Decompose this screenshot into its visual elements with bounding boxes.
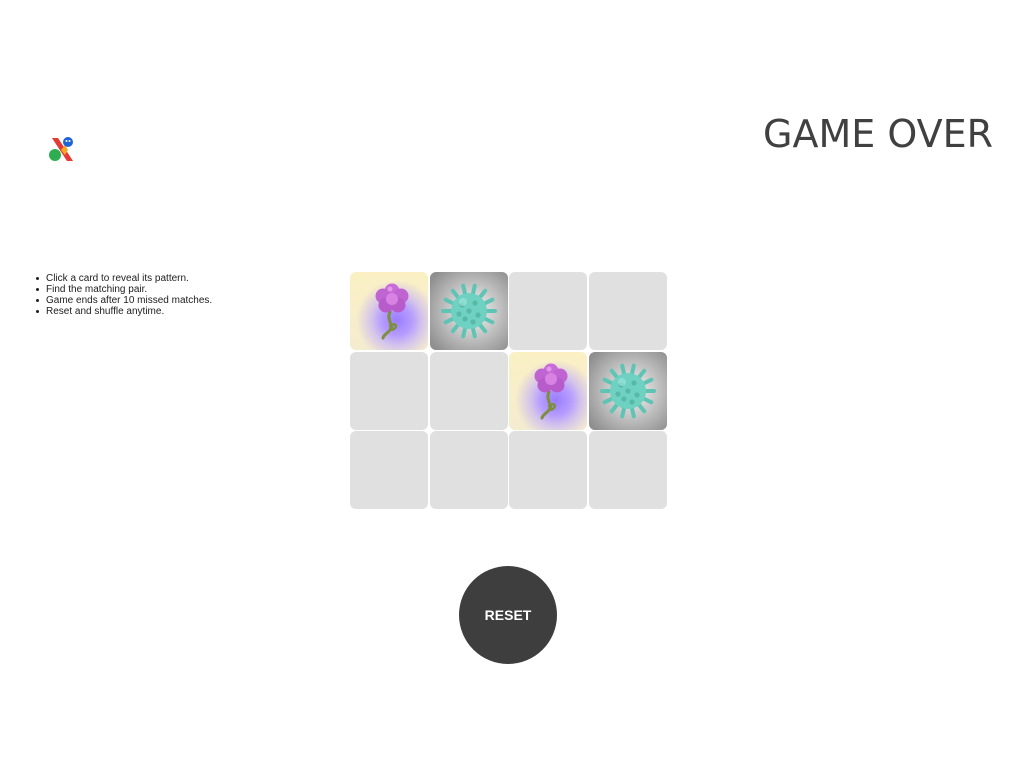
app-logo-icon (49, 137, 73, 161)
instruction-item: Find the matching pair. (35, 284, 212, 295)
memory-card[interactable] (350, 272, 428, 350)
virus-icon (599, 363, 656, 418)
flower-icon (375, 283, 409, 340)
memory-card[interactable] (588, 351, 667, 430)
memory-card[interactable] (509, 431, 587, 509)
game-page: GAME OVER Click a card to reveal its pat… (0, 0, 1024, 768)
game-status-title: GAME OVER (763, 112, 993, 156)
virus-icon (440, 283, 497, 339)
instruction-item: Reset and shuffle anytime. (35, 306, 212, 317)
memory-card[interactable] (429, 431, 508, 509)
instructions-list: Click a card to reveal its pattern. Find… (35, 273, 213, 317)
memory-card[interactable] (588, 272, 667, 350)
instruction-item: Click a card to reveal its pattern. (35, 273, 212, 284)
flower-icon (534, 363, 568, 419)
card-grid (350, 272, 667, 509)
memory-card[interactable] (509, 272, 587, 350)
memory-card[interactable] (588, 431, 667, 509)
memory-card[interactable] (350, 431, 428, 509)
memory-card[interactable] (509, 351, 587, 430)
instruction-item: Game ends after 10 missed matches. (35, 295, 213, 306)
memory-card[interactable] (429, 351, 508, 430)
reset-button[interactable]: RESET (459, 566, 557, 664)
memory-card[interactable] (429, 272, 508, 350)
memory-card[interactable] (350, 351, 428, 430)
